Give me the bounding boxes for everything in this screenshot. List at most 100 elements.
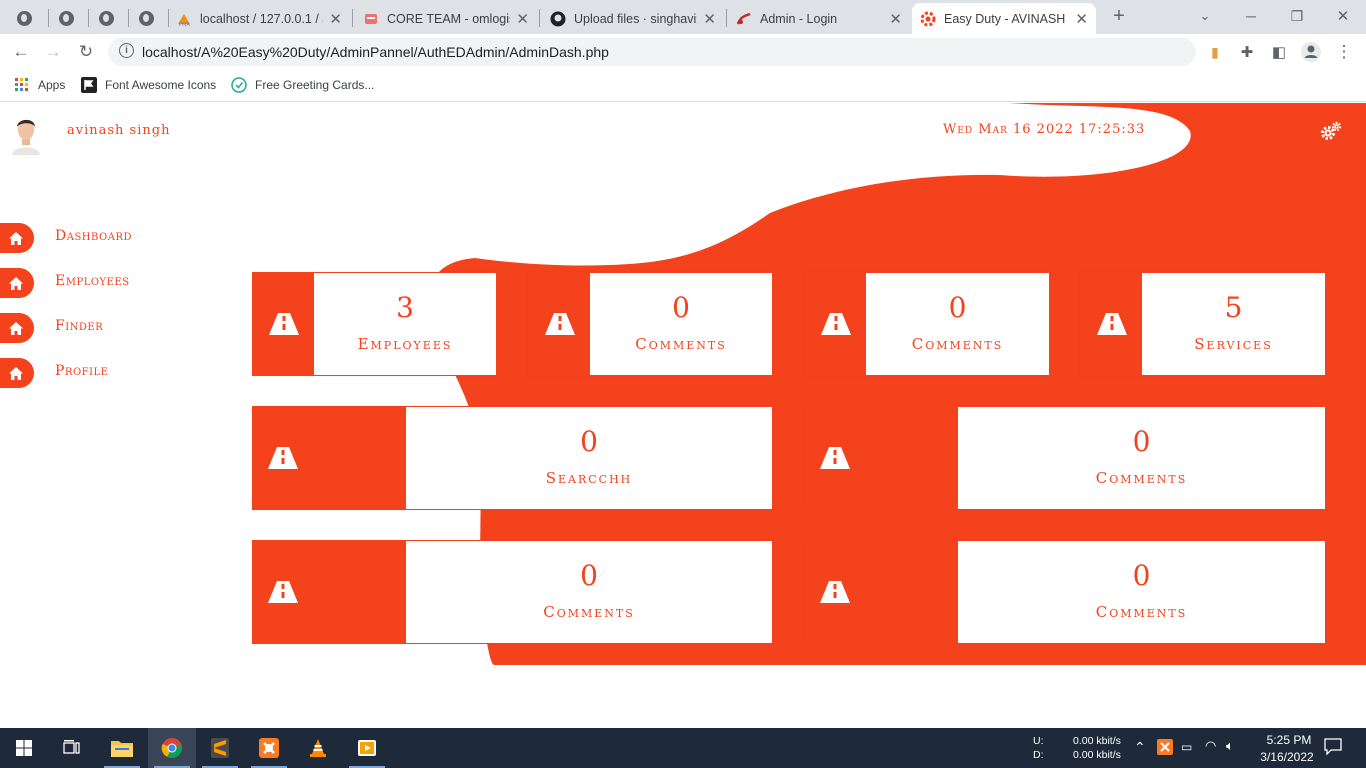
road-icon (805, 273, 866, 375)
bookmark-label: Free Greeting Cards... (255, 78, 375, 92)
stat-card-comments[interactable]: 0 Comments (804, 540, 1326, 644)
extension-icon[interactable]: ▮ (1203, 40, 1227, 64)
task-view-icon[interactable] (48, 728, 96, 768)
stat-card-search[interactable]: 0 Searcchh (252, 406, 773, 510)
github-icon (550, 11, 566, 27)
nav-item-profile[interactable]: Profile (0, 358, 160, 388)
close-icon[interactable]: ✕ (1075, 10, 1088, 28)
tab-search-icon[interactable]: ⌄ (1193, 4, 1217, 28)
road-icon (253, 541, 406, 643)
road-icon (1081, 273, 1142, 375)
restore-button[interactable]: ❐ (1285, 4, 1309, 28)
reload-button[interactable]: ↻ (74, 40, 98, 64)
chrome-taskbar-icon[interactable] (148, 728, 196, 768)
settings-gears-icon[interactable] (1319, 120, 1343, 144)
chevron-up-icon[interactable]: ⌃ (1134, 739, 1146, 756)
nav-label: Finder (55, 318, 104, 334)
road-icon (805, 541, 958, 643)
browser-tab[interactable] (130, 3, 166, 34)
windows-taskbar: U: D: 0.00 kbit/s 0.00 kbit/s ⌃ ▭ ◠ 🔈︎ 5… (0, 728, 1366, 768)
road-icon (253, 273, 314, 375)
browser-tab[interactable] (90, 3, 126, 34)
close-window-button[interactable]: ✕ (1331, 4, 1355, 28)
stat-value: 0 (580, 425, 598, 458)
current-datetime: Wed Mar 16 2022 17:25:33 (943, 122, 1146, 137)
close-icon[interactable]: ✕ (889, 10, 902, 28)
tab-title: localhost / 127.0.0.1 / a (200, 11, 324, 26)
close-icon[interactable]: ✕ (329, 10, 342, 28)
username: avinash singh (67, 123, 171, 138)
nav-item-employees[interactable]: Employees (0, 268, 160, 298)
globe-icon (58, 11, 74, 27)
stat-card-comments[interactable]: 0 Comments (252, 540, 773, 644)
battery-icon[interactable]: ▭ (1181, 740, 1192, 754)
wifi-icon[interactable]: ◠ (1205, 738, 1216, 754)
bookmark-font-awesome[interactable]: Font Awesome Icons (81, 77, 216, 93)
road-icon (529, 273, 590, 375)
bookmark-greeting-cards[interactable]: Free Greeting Cards... (231, 77, 374, 93)
stat-value: 0 (1132, 559, 1151, 592)
gear-icon (920, 11, 936, 27)
stat-value: 0 (1132, 425, 1151, 458)
stat-value: 0 (948, 291, 967, 324)
sublime-text-icon[interactable] (196, 728, 244, 768)
stat-label: Comments (1095, 469, 1188, 487)
greeting-card-icon (231, 77, 247, 93)
stat-label: Comments (1095, 603, 1188, 621)
notification-icon[interactable] (1324, 738, 1342, 758)
info-icon[interactable]: i (119, 43, 134, 58)
forward-button[interactable]: → (41, 40, 65, 64)
home-icon (0, 268, 34, 298)
windows-start-icon[interactable] (0, 728, 48, 768)
xampp-tray-icon[interactable] (1157, 739, 1173, 758)
nav-item-dashboard[interactable]: Dashboard (0, 223, 160, 253)
minimize-button[interactable]: ─ (1239, 4, 1263, 28)
browser-tab[interactable] (8, 3, 44, 34)
vlc-icon[interactable] (294, 728, 342, 768)
browser-tab[interactable]: PMA localhost / 127.0.0.1 / a ✕ (168, 3, 350, 34)
xampp-icon[interactable] (245, 728, 293, 768)
puzzle-icon[interactable]: ✚ (1235, 40, 1259, 64)
stat-value: 3 (396, 291, 414, 324)
globe-icon (138, 11, 154, 27)
clock-date[interactable]: 3/16/2022 (1253, 750, 1321, 764)
bookmarks-bar: Apps Font Awesome Icons Free Greeting Ca… (0, 70, 1366, 102)
file-explorer-icon[interactable] (98, 728, 146, 768)
volume-icon[interactable]: 🔈︎ (1226, 738, 1234, 754)
new-tab-button[interactable]: + (1107, 4, 1131, 28)
address-bar[interactable]: i localhost/A%20Easy%20Duty/AdminPannel/… (108, 38, 1196, 66)
browser-tab[interactable]: CORE TEAM - omlogist ✕ (355, 3, 537, 34)
menu-icon[interactable]: ⋮ (1332, 40, 1356, 64)
bookmark-apps[interactable]: Apps (14, 77, 65, 93)
flag-icon (81, 77, 97, 93)
avatar[interactable] (8, 113, 44, 155)
admin-dashboard: avinash singh Wed Mar 16 2022 17:25:33 D… (0, 103, 1366, 728)
stat-card-services[interactable]: 5 Services (1080, 272, 1326, 376)
browser-tab[interactable] (50, 3, 86, 34)
close-icon[interactable]: ✕ (703, 10, 716, 28)
side-panel-icon[interactable]: ◧ (1267, 40, 1291, 64)
nav-item-finder[interactable]: Finder (0, 313, 160, 343)
media-player-icon[interactable] (343, 728, 391, 768)
profile-icon[interactable] (1299, 40, 1323, 64)
tab-title: Easy Duty - AVINASH S (944, 11, 1070, 26)
stat-label: Comments (911, 335, 1004, 353)
browser-tab-active[interactable]: Easy Duty - AVINASH S ✕ (912, 3, 1096, 34)
app-icon (363, 11, 379, 27)
stat-value: 5 (1224, 291, 1243, 324)
clock-time[interactable]: 5:25 PM (1257, 733, 1321, 747)
road-icon (253, 407, 406, 509)
nav-label: Dashboard (55, 228, 133, 244)
stat-card-comments[interactable]: 0 Comments (804, 406, 1326, 510)
close-icon[interactable]: ✕ (516, 10, 529, 28)
stat-label: Searcchh (545, 469, 633, 487)
back-button[interactable]: ← (9, 40, 33, 64)
browser-tab[interactable]: Admin - Login ✕ (728, 3, 910, 34)
stat-card-comments[interactable]: 0 Comments (528, 272, 773, 376)
net-down-label: D: (1033, 749, 1044, 761)
url-text: localhost/A%20Easy%20Duty/AdminPannel/Au… (142, 44, 609, 60)
browser-tab[interactable]: Upload files · singhavi9 ✕ (542, 3, 724, 34)
tab-title: Upload files · singhavi9 (574, 11, 698, 26)
stat-card-comments[interactable]: 0 Comments (804, 272, 1050, 376)
stat-card-employees[interactable]: 3 Employees (252, 272, 497, 376)
